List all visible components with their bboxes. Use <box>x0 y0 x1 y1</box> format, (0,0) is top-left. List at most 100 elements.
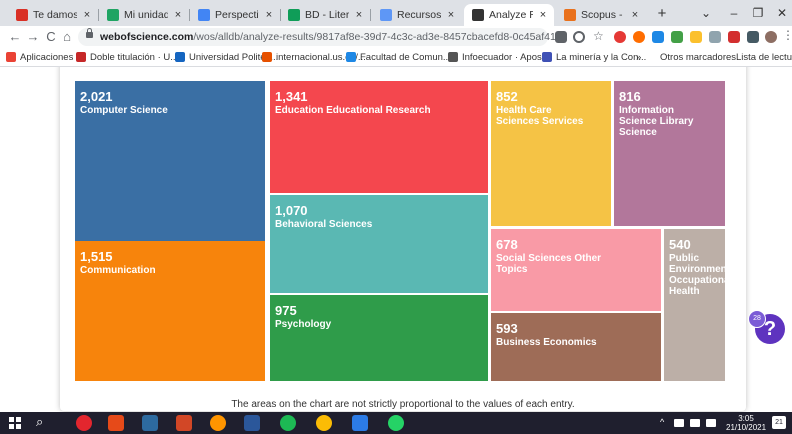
tab-favicon-icon <box>198 9 210 21</box>
bookmark-favicon-icon <box>346 52 356 62</box>
bookmark-label: Doble titulación · U... <box>90 51 179 63</box>
bookmarks-overflow-button[interactable]: » <box>636 50 641 64</box>
tab-strip: Te damos la bien×Mi unidad - Goo×Perspec… <box>0 0 792 26</box>
bookmark-favicon-icon <box>542 52 552 62</box>
bookmark-label: La minería y la Con... <box>556 51 647 63</box>
extension-grey-icon[interactable] <box>709 31 721 43</box>
clock[interactable]: 3:05 21/10/2021 <box>726 414 766 432</box>
app-blue-icon[interactable] <box>142 415 158 431</box>
page-content: 2,021 Computer Science 1,515 Communication 1… <box>0 67 792 412</box>
spotify-icon[interactable] <box>280 415 296 431</box>
network-icon[interactable] <box>674 419 684 427</box>
browser-tab[interactable]: BD - Literatura si × <box>280 4 370 26</box>
browser-tab[interactable]: Analyze Results × <box>464 4 554 26</box>
back-button[interactable]: ← <box>6 28 24 46</box>
opera-icon[interactable] <box>76 415 92 431</box>
treemap-card: 2,021 Computer Science 1,515 Communication 1… <box>60 67 746 411</box>
profile-avatar[interactable] <box>765 31 777 43</box>
other-bookmarks-folder[interactable]: Otros marcadores <box>660 50 736 64</box>
word-icon[interactable] <box>244 415 260 431</box>
address-bar[interactable]: webofscience.com/wos/alldb/analyze-resul… <box>78 28 556 46</box>
whatsapp-icon[interactable] <box>388 415 404 431</box>
language-icon[interactable] <box>706 419 716 427</box>
bookmark-item[interactable]: Aplicaciones <box>6 50 73 64</box>
bookmark-item[interactable]: La minería y la Con... <box>542 50 646 64</box>
clock-time: 3:05 <box>738 414 754 423</box>
extension-mail-icon[interactable] <box>728 31 740 43</box>
extension-opera-icon[interactable] <box>633 31 645 43</box>
treemap-cell-label: Business Economics <box>496 337 597 348</box>
tab-title: Scopus - Docum <box>581 9 625 21</box>
bookmark-label: Aplicaciones <box>20 51 74 63</box>
zoom-icon[interactable] <box>573 31 585 43</box>
acrobat-icon[interactable] <box>108 415 124 431</box>
extension-green-icon[interactable] <box>671 31 683 43</box>
bookmark-label: Facultad de Comun... <box>360 51 451 63</box>
translate-icon[interactable] <box>555 31 567 43</box>
url-path: /wos/alldb/analyze-results/9817af8e-39d7… <box>193 31 556 43</box>
treemap-cell-label: Education Educational Research <box>275 105 431 116</box>
treemap-cell-value: 678 <box>496 237 518 252</box>
treemap-cell-value: 593 <box>496 321 518 336</box>
tab-close-icon[interactable]: × <box>538 9 548 21</box>
browser-tab[interactable]: Scopus - Docum × <box>556 4 646 26</box>
volume-icon[interactable] <box>690 419 700 427</box>
bookmark-label: Infoecuador · Apos... <box>462 51 550 63</box>
tab-favicon-icon <box>288 9 300 21</box>
chart-footnote: The areas on the chart are not strictly … <box>231 399 575 410</box>
tab-close-icon[interactable]: × <box>630 9 640 21</box>
close-window-button[interactable]: ✕ <box>768 3 792 23</box>
tab-search-button[interactable]: ⌄ <box>692 3 720 23</box>
lock-icon <box>86 28 93 38</box>
tab-title: Recursos Científ <box>397 9 441 21</box>
extension-adblock-icon[interactable] <box>614 31 626 43</box>
url-host: webofscience.com <box>100 31 194 43</box>
tab-close-icon[interactable]: × <box>173 9 183 21</box>
tab-close-icon[interactable]: × <box>446 9 456 21</box>
tab-favicon-icon <box>564 9 576 21</box>
chrome-icon[interactable] <box>316 415 332 431</box>
treemap-cell-value: 1,341 <box>275 89 308 104</box>
tab-close-icon[interactable]: × <box>82 9 92 21</box>
bookmark-item[interactable]: Infoecuador · Apos... <box>448 50 550 64</box>
clock-date: 21/10/2021 <box>726 423 767 432</box>
bookmark-favicon-icon <box>6 52 16 62</box>
firefox-icon[interactable] <box>210 415 226 431</box>
new-tab-button[interactable]: + <box>652 5 672 23</box>
notifications-button[interactable]: 21 <box>772 416 786 429</box>
browser-tab[interactable]: Recursos Científ × <box>372 4 462 26</box>
tab-close-icon[interactable]: × <box>264 9 274 21</box>
treemap-cell[interactable] <box>270 295 488 381</box>
search-icon[interactable]: ⌕ <box>36 414 43 430</box>
home-button[interactable]: ⌂ <box>58 28 76 46</box>
bookmark-favicon-icon <box>448 52 458 62</box>
browser-tab[interactable]: Mi unidad - Goo × <box>99 4 189 26</box>
treemap-cell-value: 1,070 <box>275 203 308 218</box>
treemap-cell-value: 1,515 <box>80 249 113 264</box>
tab-title: Mi unidad - Goo <box>124 9 168 21</box>
treemap-cell-label: Psychology <box>275 319 332 330</box>
browser-tab[interactable]: Perspectivas de × <box>190 4 280 26</box>
extension-yellow-icon[interactable] <box>690 31 702 43</box>
url-text: webofscience.com/wos/alldb/analyze-resul… <box>100 31 556 43</box>
tray-overflow-icon[interactable]: ^ <box>660 417 664 427</box>
extension-blue-icon[interactable] <box>652 31 664 43</box>
tab-favicon-icon <box>472 9 484 21</box>
extensions-puzzle-icon[interactable] <box>747 31 759 43</box>
treemap-cell-label: Computer Science <box>80 105 168 116</box>
app-edit-icon[interactable] <box>352 415 368 431</box>
powerpoint-icon[interactable] <box>176 415 192 431</box>
bookmark-item[interactable]: Facultad de Comun... <box>346 50 451 64</box>
treemap-chart: 2,021Computer Science 1,515Communication 1… <box>75 81 725 381</box>
treemap-cell-label: Behavioral Sciences <box>275 219 373 230</box>
browser-menu-icon[interactable]: ⋮ <box>782 29 792 41</box>
tab-close-icon[interactable]: × <box>354 9 364 21</box>
bookmark-item[interactable]: Doble titulación · U... <box>76 50 178 64</box>
star-icon[interactable]: ☆ <box>593 30 605 42</box>
browser-tab[interactable]: Te damos la bien × <box>8 4 98 26</box>
treemap-cell-label: Communication <box>80 265 156 276</box>
windows-start-icon[interactable] <box>9 417 21 429</box>
reading-list-button[interactable]: Lista de lectura <box>736 50 792 64</box>
forward-button[interactable]: → <box>24 28 42 46</box>
tab-title: Analyze Results <box>489 9 533 21</box>
